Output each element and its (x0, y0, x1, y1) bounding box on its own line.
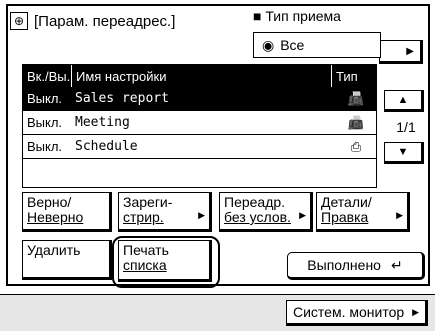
fax-icon: 📠 (347, 114, 365, 130)
delete-button[interactable]: Удалить (22, 240, 112, 280)
row-state: Выкл. (27, 91, 63, 106)
row-state: Выкл. (27, 115, 63, 130)
triangle-right-icon: ▶ (412, 306, 419, 317)
unconditional-forward-button[interactable]: Переадр. без услов. ▶ (219, 192, 313, 232)
receive-type-label: ■ Тип приема (253, 8, 341, 24)
enter-return-icon: ↵ (390, 256, 403, 273)
square-bullet-icon: ■ (253, 8, 262, 24)
table-row-empty (23, 159, 376, 182)
table-row[interactable]: Выкл. Schedule ⎙ (23, 135, 376, 159)
scroll-up-button[interactable]: ▲ (384, 90, 424, 112)
done-button[interactable]: Выполнено ↵ (287, 252, 425, 280)
scroll-down-button[interactable]: ▼ (384, 142, 424, 164)
print-list-button[interactable]: Печать списка (118, 240, 212, 282)
forwarding-list: Вк./Вы. Имя настройки Тип Выкл. Sales re… (22, 64, 377, 188)
fax-icon: 📠 (347, 90, 365, 106)
register-button[interactable]: Зареги- стрир. ▶ (118, 192, 212, 232)
triangle-right-icon: ▶ (198, 210, 205, 220)
row-name: Schedule (75, 139, 138, 154)
title-row: ⊕ [Парам. переадрес.] (10, 12, 175, 30)
column-header-state: Вк./Вы. (23, 65, 72, 87)
pager: ▲ 1/1 ▼ (384, 90, 428, 164)
radio-dot-icon: ◉ (262, 36, 275, 53)
row-name: Meeting (75, 115, 130, 130)
printer-icon: ⎙ (350, 138, 362, 154)
table-row[interactable]: Выкл. Meeting 📠 (23, 111, 376, 135)
triangle-right-icon: ▶ (299, 210, 306, 220)
triangle-down-icon: ▼ (397, 146, 409, 158)
triangle-up-icon: ▲ (397, 94, 409, 106)
dropdown-arrow-button[interactable]: ▶ (379, 40, 423, 64)
receive-type-select[interactable]: ▶ ◉ Все (253, 32, 431, 64)
column-header-name: Имя настройки (76, 68, 167, 84)
column-header-type: Тип (331, 65, 376, 87)
page-indicator: 1/1 (396, 119, 416, 135)
triangle-right-icon: ▶ (396, 210, 403, 220)
receive-type-value: Все (280, 37, 305, 53)
settings-icon: ⊕ (10, 12, 28, 30)
table-header: Вк./Вы. Имя настройки Тип (23, 65, 376, 87)
row-state: Выкл. (27, 139, 63, 154)
system-monitor-button[interactable]: Систем. монитор ▶ (286, 300, 428, 326)
table-row[interactable]: Выкл. Sales report 📠 (23, 87, 376, 111)
row-name: Sales report (75, 91, 169, 106)
receive-type-value-box[interactable]: ◉ Все (253, 32, 381, 58)
valid-invalid-button[interactable]: Верно/ Неверно (22, 192, 112, 232)
page-title: [Парам. переадрес.] (34, 12, 176, 30)
details-edit-button[interactable]: Детали/ Правка ▶ (316, 192, 410, 232)
triangle-right-icon: ▶ (406, 45, 414, 57)
